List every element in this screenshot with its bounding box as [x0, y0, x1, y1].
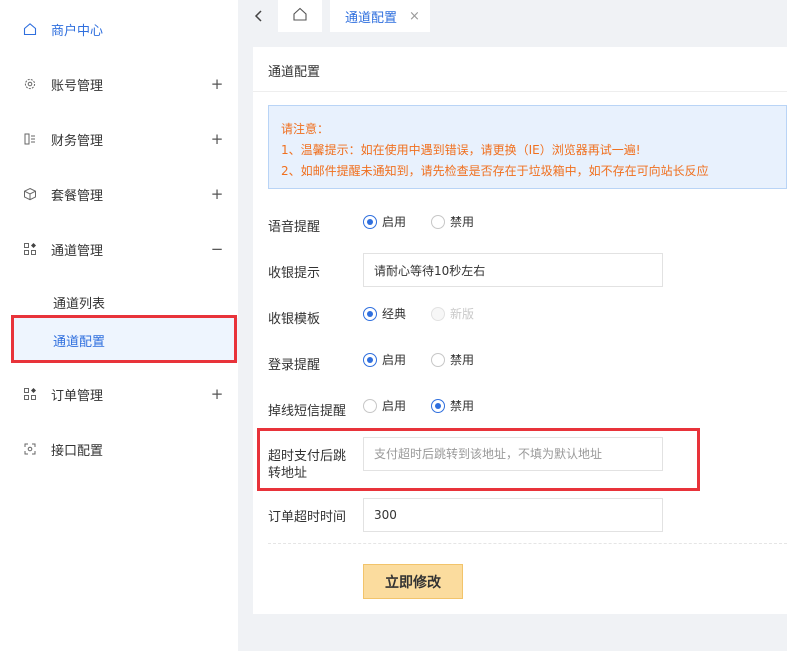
card-title: 通道配置 [268, 65, 321, 80]
notice-box: 请注意： 1、温馨提示：如在使用中遇到错误，请更换（IE）浏览器再试一遍! 2、… [268, 105, 787, 189]
notice-line-2: 2、如邮件提醒未通知到，请先检查是否存在于垃圾箱中，如不存在可向站长反应 [281, 164, 709, 178]
tab-home[interactable] [278, 0, 322, 32]
sidebar-item-account[interactable]: 账号管理 + [0, 64, 238, 104]
radio-circle [363, 352, 377, 367]
template-classic-radio[interactable]: 经典 [363, 305, 406, 322]
home-icon [22, 21, 38, 37]
plugin-icon [22, 441, 38, 457]
finance-icon [22, 131, 38, 147]
sms-disable-radio[interactable]: 禁用 [431, 397, 474, 414]
redirect-url-label-line-2: 转地址 [268, 466, 308, 481]
sidebar-item-order[interactable]: 订单管理 + [0, 374, 238, 414]
radio-label: 禁用 [450, 215, 475, 229]
order-timeout-label: 订单超时时间 [268, 510, 347, 525]
sidebar-item-label: 通道管理 [51, 243, 104, 259]
expand-icon[interactable]: + [210, 130, 224, 148]
cube-icon [22, 186, 38, 202]
radio-circle [363, 306, 377, 321]
order-timeout-input[interactable] [363, 498, 663, 532]
gear-icon [22, 76, 38, 92]
sidebar-item-api[interactable]: 接口配置 [0, 429, 238, 469]
login-reminder-label: 登录提醒 [268, 358, 321, 373]
radio-circle [431, 214, 445, 229]
radio-label: 新版 [450, 307, 475, 321]
redirect-url-input[interactable] [363, 437, 663, 471]
radio-label: 禁用 [450, 353, 475, 367]
tab-channel-config[interactable]: 通道配置 × [330, 0, 430, 32]
login-enable-radio[interactable]: 启用 [363, 351, 406, 368]
sidebar-subitem-label: 通道列表 [53, 296, 106, 312]
config-card: 通道配置 请注意： 1、温馨提示：如在使用中遇到错误，请更换（IE）浏览器再试一… [253, 47, 787, 614]
template-new-radio: 新版 [431, 305, 474, 322]
form-divider [268, 543, 787, 544]
login-disable-radio[interactable]: 禁用 [431, 351, 474, 368]
sidebar-item-package[interactable]: 套餐管理 + [0, 174, 238, 214]
radio-circle [431, 398, 445, 413]
divider [253, 91, 787, 92]
chevron-left-icon[interactable] [250, 7, 268, 25]
radio-label: 禁用 [450, 399, 475, 413]
radio-circle [431, 306, 445, 321]
expand-icon[interactable]: + [210, 385, 224, 403]
radio-circle [363, 214, 377, 229]
sidebar-item-channel[interactable]: 通道管理 − [0, 229, 238, 269]
cashier-tip-label: 收银提示 [268, 266, 321, 281]
sidebar-subitem-channel-config[interactable]: 通道配置 [12, 318, 238, 362]
sidebar-subitem-label: 通道配置 [53, 334, 106, 350]
offline-sms-label: 掉线短信提醒 [268, 404, 347, 419]
sidebar-item-finance[interactable]: 财务管理 + [0, 119, 238, 159]
sidebar-item-label: 套餐管理 [51, 188, 104, 204]
sidebar-item-home[interactable]: 商户中心 [0, 9, 238, 49]
collapse-icon[interactable]: − [210, 240, 224, 258]
sidebar: 商户中心 账号管理 + 财务管理 + 套餐管理 + 通道管理 − 通道列表 通道… [0, 0, 238, 651]
notice-heading: 请注意： [281, 122, 330, 136]
sms-enable-radio[interactable]: 启用 [363, 397, 406, 414]
expand-icon[interactable]: + [210, 75, 224, 93]
grid-icon [22, 386, 38, 402]
sidebar-item-label: 商户中心 [51, 23, 104, 39]
voice-disable-radio[interactable]: 禁用 [431, 213, 474, 230]
tab-bar: 通道配置 × [238, 0, 787, 34]
cashier-template-label: 收银模板 [268, 312, 321, 327]
radio-circle [363, 398, 377, 413]
tab-label: 通道配置 [345, 10, 398, 26]
voice-reminder-label: 语音提醒 [268, 220, 321, 235]
voice-enable-radio[interactable]: 启用 [363, 213, 406, 230]
radio-circle [431, 352, 445, 367]
radio-label: 经典 [382, 307, 407, 321]
sidebar-item-label: 订单管理 [51, 388, 104, 404]
radio-label: 启用 [382, 215, 407, 229]
grid-icon [22, 241, 38, 257]
sidebar-item-label: 接口配置 [51, 443, 104, 459]
sidebar-item-label: 账号管理 [51, 78, 104, 94]
expand-icon[interactable]: + [210, 185, 224, 203]
submit-button[interactable]: 立即修改 [363, 564, 463, 599]
radio-label: 启用 [382, 399, 407, 413]
notice-line-1: 1、温馨提示：如在使用中遇到错误，请更换（IE）浏览器再试一遍! [281, 143, 641, 157]
cashier-tip-input[interactable] [363, 253, 663, 287]
close-icon[interactable]: × [409, 9, 420, 24]
sidebar-item-label: 财务管理 [51, 133, 104, 149]
home-icon [292, 6, 308, 26]
radio-label: 启用 [382, 353, 407, 367]
